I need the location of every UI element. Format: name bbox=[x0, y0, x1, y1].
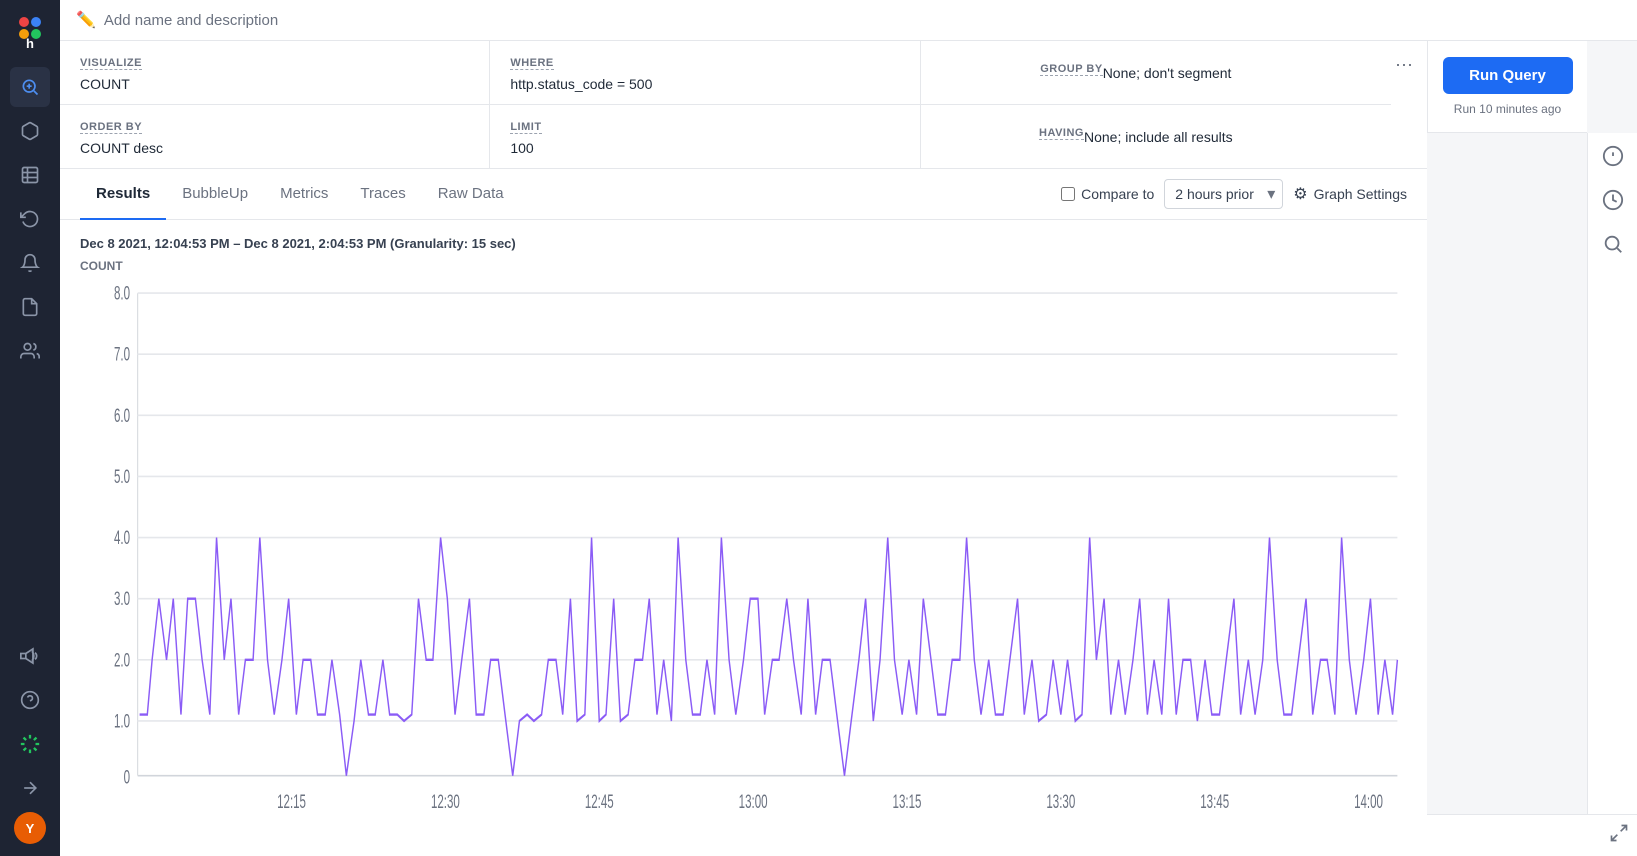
chart-container[interactable]: 8.0 7.0 6.0 5.0 4.0 3.0 2. bbox=[80, 277, 1407, 840]
limit-cell[interactable]: LIMIT 100 bbox=[490, 105, 920, 168]
having-cell[interactable]: HAVING None; include all results bbox=[921, 105, 1351, 168]
sidebar-item-megaphone[interactable] bbox=[10, 636, 50, 676]
pencil-icon: ✏️ bbox=[76, 10, 96, 30]
query-row-2: ORDER BY COUNT desc LIMIT 100 HAVING Non… bbox=[60, 105, 1391, 168]
clock-icon[interactable] bbox=[1602, 189, 1624, 217]
order-by-cell[interactable]: ORDER BY COUNT desc bbox=[60, 105, 490, 168]
having-value: None; include all results bbox=[1084, 129, 1233, 145]
right-icons bbox=[1587, 133, 1637, 814]
content-wrapper: VISUALIZE COUNT WHERE http.status_code =… bbox=[60, 41, 1637, 856]
right-panel: Run Query Run 10 minutes ago bbox=[1427, 41, 1637, 856]
group-by-value: None; don't segment bbox=[1103, 65, 1232, 81]
sidebar: h Y bbox=[0, 0, 60, 856]
where-label: WHERE bbox=[510, 57, 553, 70]
more-options-button[interactable]: ⋯ bbox=[1391, 51, 1417, 80]
page-title: Add name and description bbox=[104, 12, 278, 29]
sidebar-item-history[interactable] bbox=[10, 199, 50, 239]
compare-select-wrapper: 2 hours prior 1 hour prior 1 day prior 1… bbox=[1164, 179, 1283, 209]
tab-bubbleup[interactable]: BubbleUp bbox=[166, 169, 264, 220]
avatar[interactable]: Y bbox=[14, 812, 46, 844]
run-time: Run 10 minutes ago bbox=[1454, 102, 1561, 116]
compare-select[interactable]: 2 hours prior 1 hour prior 1 day prior 1… bbox=[1164, 179, 1283, 209]
visualize-value: COUNT bbox=[80, 76, 469, 92]
tab-metrics[interactable]: Metrics bbox=[264, 169, 344, 220]
having-label: HAVING bbox=[1039, 127, 1084, 140]
line-chart: 8.0 7.0 6.0 5.0 4.0 3.0 2. bbox=[80, 277, 1407, 840]
svg-text:7.0: 7.0 bbox=[114, 345, 130, 366]
tab-traces[interactable]: Traces bbox=[344, 169, 421, 220]
svg-text:5.0: 5.0 bbox=[114, 467, 130, 488]
topbar: ✏️ Add name and description bbox=[60, 0, 1637, 41]
compare-area: Compare to 2 hours prior 1 hour prior 1 … bbox=[1061, 179, 1407, 209]
where-cell[interactable]: WHERE http.status_code = 500 bbox=[490, 41, 920, 104]
limit-label: LIMIT bbox=[510, 121, 541, 134]
svg-text:13:00: 13:00 bbox=[739, 792, 768, 813]
sidebar-item-status[interactable] bbox=[10, 724, 50, 764]
sidebar-item-users[interactable] bbox=[10, 331, 50, 371]
collapse-icon[interactable] bbox=[1609, 823, 1629, 848]
main-content: ✏️ Add name and description VISUALIZE CO… bbox=[60, 0, 1637, 856]
sidebar-item-events[interactable] bbox=[10, 287, 50, 327]
logo: h bbox=[12, 12, 48, 53]
svg-text:12:45: 12:45 bbox=[585, 792, 614, 813]
svg-text:h: h bbox=[26, 36, 34, 48]
query-area: VISUALIZE COUNT WHERE http.status_code =… bbox=[60, 41, 1427, 856]
svg-text:8.0: 8.0 bbox=[114, 284, 130, 305]
sidebar-item-table[interactable] bbox=[10, 155, 50, 195]
gear-icon: ⚙ bbox=[1293, 184, 1307, 204]
run-query-button[interactable]: Run Query bbox=[1443, 57, 1573, 94]
tabs-bar: Results BubbleUp Metrics Traces Raw Data… bbox=[60, 169, 1427, 220]
group-by-label: GROUP BY bbox=[1040, 63, 1102, 76]
svg-text:13:15: 13:15 bbox=[893, 792, 922, 813]
svg-text:4.0: 4.0 bbox=[114, 528, 130, 549]
order-by-label: ORDER BY bbox=[80, 121, 142, 134]
visualize-cell[interactable]: VISUALIZE COUNT bbox=[60, 41, 490, 104]
sidebar-item-search[interactable] bbox=[10, 67, 50, 107]
visualize-label: VISUALIZE bbox=[80, 57, 142, 70]
svg-text:12:15: 12:15 bbox=[277, 792, 306, 813]
run-query-area: Run Query Run 10 minutes ago bbox=[1427, 41, 1587, 133]
chart-area: Dec 8 2021, 12:04:53 PM – Dec 8 2021, 2:… bbox=[60, 220, 1427, 856]
chart-time-range: Dec 8 2021, 12:04:53 PM – Dec 8 2021, 2:… bbox=[80, 236, 1407, 251]
sidebar-item-arrow[interactable] bbox=[10, 768, 50, 808]
svg-text:0: 0 bbox=[124, 768, 131, 789]
svg-text:13:30: 13:30 bbox=[1046, 792, 1075, 813]
chart-y-label: COUNT bbox=[80, 259, 1407, 273]
tab-results[interactable]: Results bbox=[80, 169, 166, 220]
query-builder: VISUALIZE COUNT WHERE http.status_code =… bbox=[60, 41, 1427, 169]
svg-text:12:30: 12:30 bbox=[431, 792, 460, 813]
results-area: Results BubbleUp Metrics Traces Raw Data… bbox=[60, 169, 1427, 856]
sidebar-bottom: Y bbox=[10, 636, 50, 844]
svg-text:1.0: 1.0 bbox=[114, 712, 130, 733]
where-value: http.status_code = 500 bbox=[510, 76, 899, 92]
svg-text:2.0: 2.0 bbox=[114, 650, 130, 671]
bottom-icons bbox=[1427, 814, 1637, 856]
group-by-cell[interactable]: GROUP BY None; don't segment bbox=[921, 41, 1351, 104]
sidebar-item-bell[interactable] bbox=[10, 243, 50, 283]
order-by-value: COUNT desc bbox=[80, 140, 469, 156]
sidebar-item-cube[interactable] bbox=[10, 111, 50, 151]
graph-settings-button[interactable]: ⚙ Graph Settings bbox=[1293, 184, 1407, 204]
svg-text:14:00: 14:00 bbox=[1354, 792, 1383, 813]
compare-checkbox[interactable] bbox=[1061, 187, 1075, 201]
svg-text:3.0: 3.0 bbox=[114, 589, 130, 610]
info-icon[interactable] bbox=[1602, 145, 1624, 173]
compare-label[interactable]: Compare to bbox=[1061, 186, 1154, 202]
tab-rawdata[interactable]: Raw Data bbox=[422, 169, 520, 220]
query-row-1: VISUALIZE COUNT WHERE http.status_code =… bbox=[60, 41, 1391, 105]
sidebar-item-help[interactable] bbox=[10, 680, 50, 720]
limit-value: 100 bbox=[510, 140, 899, 156]
search-user-icon[interactable] bbox=[1602, 233, 1624, 261]
svg-text:13:45: 13:45 bbox=[1200, 792, 1229, 813]
svg-text:6.0: 6.0 bbox=[114, 406, 130, 427]
